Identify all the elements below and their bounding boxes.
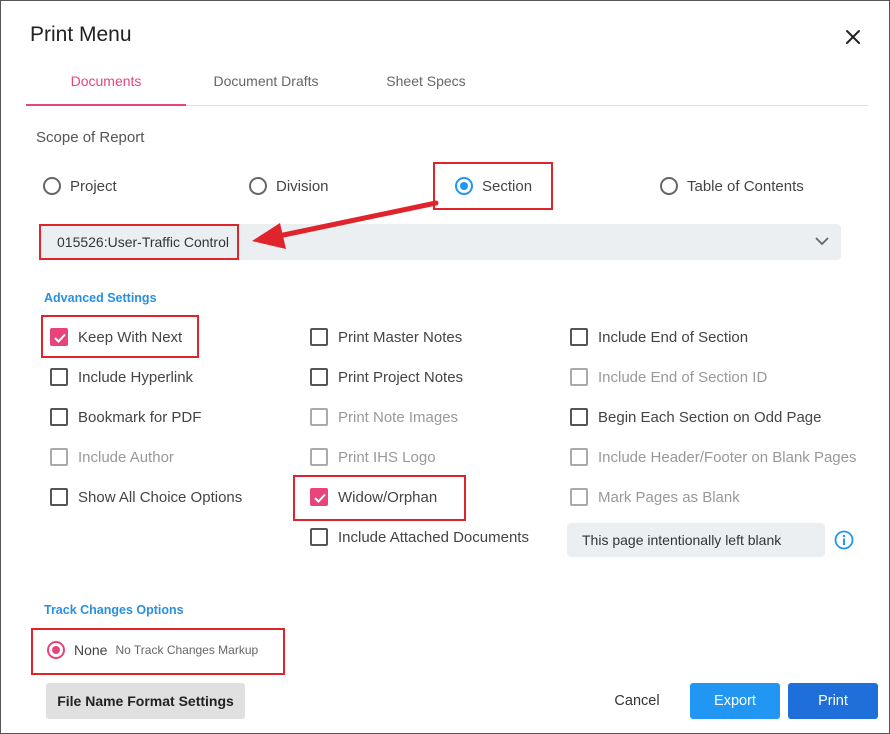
checkbox-box — [310, 488, 328, 506]
tab-sheet-specs[interactable]: Sheet Specs — [346, 63, 506, 105]
checkbox-box — [50, 328, 68, 346]
checkbox-label: Include Hyperlink — [78, 368, 194, 386]
checkbox-label: Begin Each Section on Odd Page — [598, 408, 822, 426]
tab-document-drafts[interactable]: Document Drafts — [186, 63, 346, 105]
radio-project[interactable]: Project — [43, 177, 117, 195]
checkbox-include-end-of-section-id[interactable]: Include End of Section ID — [570, 368, 767, 386]
checkbox-label: Keep With Next — [78, 328, 183, 346]
checkbox-include-header-footer-blank[interactable]: Include Header/Footer on Blank Pages — [570, 448, 857, 466]
tab-bar: Documents Document Drafts Sheet Specs — [26, 63, 868, 106]
checkbox-box — [570, 408, 588, 426]
radio-label: Section — [482, 177, 533, 195]
chevron-down-icon — [815, 237, 829, 246]
checkbox-label: Print Master Notes — [338, 328, 463, 346]
checkbox-label: Print Project Notes — [338, 368, 464, 386]
file-name-format-settings-button[interactable]: File Name Format Settings — [46, 683, 245, 719]
checkbox-keep-with-next[interactable]: Keep With Next — [50, 328, 182, 346]
checkbox-show-all-choice-options[interactable]: Show All Choice Options — [50, 488, 242, 506]
checkbox-print-master-notes[interactable]: Print Master Notes — [310, 328, 462, 346]
checkbox-box — [570, 328, 588, 346]
radio-table-of-contents[interactable]: Table of Contents — [660, 177, 804, 195]
checkbox-bookmark-for-pdf[interactable]: Bookmark for PDF — [50, 408, 201, 426]
cancel-button[interactable]: Cancel — [601, 683, 673, 719]
checkbox-include-author[interactable]: Include Author — [50, 448, 174, 466]
track-changes-heading: Track Changes Options — [44, 603, 184, 617]
checkbox-print-ihs-logo[interactable]: Print IHS Logo — [310, 448, 436, 466]
checkbox-box — [310, 448, 328, 466]
radio-circle — [455, 177, 473, 195]
radio-label: None — [74, 642, 108, 658]
check-icon — [54, 333, 66, 343]
checkbox-label: Mark Pages as Blank — [598, 488, 740, 506]
radio-circle — [249, 177, 267, 195]
tab-documents[interactable]: Documents — [26, 63, 186, 106]
radio-circle — [660, 177, 678, 195]
radio-circle — [47, 641, 65, 659]
radio-division[interactable]: Division — [249, 177, 329, 195]
checkbox-box — [50, 448, 68, 466]
checkbox-label: Print Note Images — [338, 408, 459, 426]
check-icon — [314, 493, 326, 503]
checkbox-label: Include End of Section — [598, 328, 749, 346]
section-select[interactable]: 015526:User-Traffic Control — [41, 224, 841, 260]
export-button[interactable]: Export — [690, 683, 780, 719]
checkbox-begin-each-section-odd-page[interactable]: Begin Each Section on Odd Page — [570, 408, 822, 426]
radio-track-changes-none[interactable]: None No Track Changes Markup — [47, 641, 258, 659]
checkbox-label: Include Header/Footer on Blank Pages — [598, 448, 857, 466]
checkbox-include-end-of-section[interactable]: Include End of Section — [570, 328, 748, 346]
radio-circle — [43, 177, 61, 195]
blank-page-text-field[interactable]: This page intentionally left blank — [567, 523, 825, 557]
checkbox-box — [570, 448, 588, 466]
advanced-settings-heading: Advanced Settings — [44, 291, 157, 305]
scope-label: Scope of Report — [36, 129, 145, 146]
checkbox-box — [570, 368, 588, 386]
info-icon[interactable] — [834, 530, 854, 550]
blank-page-text-value: This page intentionally left blank — [582, 532, 782, 548]
checkbox-box — [50, 408, 68, 426]
print-button[interactable]: Print — [788, 683, 878, 719]
checkbox-box — [310, 368, 328, 386]
checkbox-label: Include End of Section ID — [598, 368, 768, 386]
checkbox-box — [50, 368, 68, 386]
dialog-title: Print Menu — [30, 23, 132, 46]
radio-section[interactable]: Section — [455, 177, 532, 195]
radio-label: Project — [70, 177, 117, 195]
checkbox-mark-pages-as-blank[interactable]: Mark Pages as Blank — [570, 488, 740, 506]
radio-label: Division — [276, 177, 329, 195]
checkbox-label: Print IHS Logo — [338, 448, 436, 466]
checkbox-box — [310, 328, 328, 346]
section-select-value: 015526:User-Traffic Control — [57, 234, 229, 250]
print-dialog: Print Menu Documents Document Drafts She… — [0, 0, 890, 734]
checkbox-label: Widow/Orphan — [338, 488, 438, 506]
close-icon[interactable] — [841, 25, 865, 49]
radio-label: Table of Contents — [687, 177, 804, 195]
checkbox-print-note-images[interactable]: Print Note Images — [310, 408, 458, 426]
checkbox-print-project-notes[interactable]: Print Project Notes — [310, 368, 463, 386]
checkbox-box — [310, 528, 328, 546]
checkbox-include-hyperlink[interactable]: Include Hyperlink — [50, 368, 193, 386]
checkbox-box — [570, 488, 588, 506]
checkbox-include-attached-documents[interactable]: Include Attached Documents — [310, 528, 529, 546]
checkbox-widow-orphan[interactable]: Widow/Orphan — [310, 488, 437, 506]
checkbox-label: Bookmark for PDF — [78, 408, 202, 426]
checkbox-box — [310, 408, 328, 426]
checkbox-label: Include Author — [78, 448, 174, 466]
checkbox-label: Show All Choice Options — [78, 488, 243, 506]
radio-sublabel: No Track Changes Markup — [115, 643, 259, 657]
checkbox-box — [50, 488, 68, 506]
checkbox-label: Include Attached Documents — [338, 528, 529, 546]
